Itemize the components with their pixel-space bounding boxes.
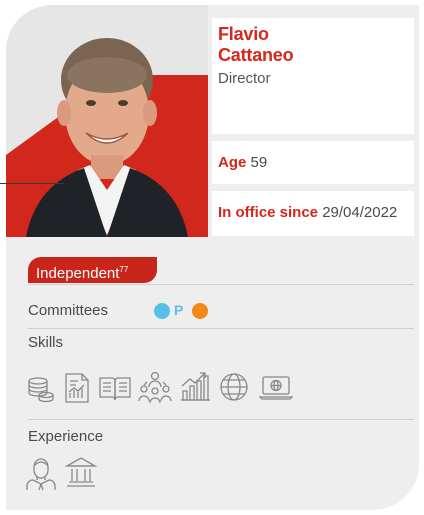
office-value: 29/04/2022 <box>322 204 398 221</box>
committee-p-code: P <box>174 302 184 318</box>
status-label: Independent <box>36 265 120 282</box>
divider <box>28 328 414 329</box>
growth-chart-icon <box>181 372 210 401</box>
globe-icon <box>220 373 248 401</box>
name-box: Flavio Cattaneo Director <box>212 18 414 134</box>
coins-stack-icon <box>28 377 54 403</box>
manager-person-icon <box>26 458 56 491</box>
team-people-icon <box>138 371 172 404</box>
skills-label: Skills <box>28 334 64 351</box>
age-value: 59 <box>250 154 268 171</box>
director-role: Director <box>218 70 271 87</box>
director-last-name: Cattaneo <box>218 45 294 65</box>
open-book-icon <box>99 377 131 401</box>
divider <box>28 419 414 420</box>
callout-line <box>0 183 64 184</box>
office-box: In office since 29/04/2022 <box>212 191 414 236</box>
institution-building-icon <box>64 457 98 487</box>
laptop-globe-icon <box>258 376 294 400</box>
committees-label: Committees <box>28 302 109 319</box>
status-footnote: 77 <box>119 265 129 274</box>
age-label: Age <box>218 154 247 171</box>
divider <box>28 284 414 285</box>
age-box: Age 59 <box>212 141 414 184</box>
experience-label: Experience <box>28 428 104 445</box>
status-badge: Independent77 <box>28 257 157 283</box>
director-profile-card: Flavio Cattaneo Director Age 59 In offic… <box>6 5 419 510</box>
director-first-name: Flavio <box>218 24 269 44</box>
financial-report-icon <box>65 373 89 403</box>
orange-dot-icon <box>192 303 208 319</box>
blue-dot-icon <box>154 303 170 319</box>
director-photo <box>6 5 208 237</box>
office-label: In office since <box>218 204 319 221</box>
